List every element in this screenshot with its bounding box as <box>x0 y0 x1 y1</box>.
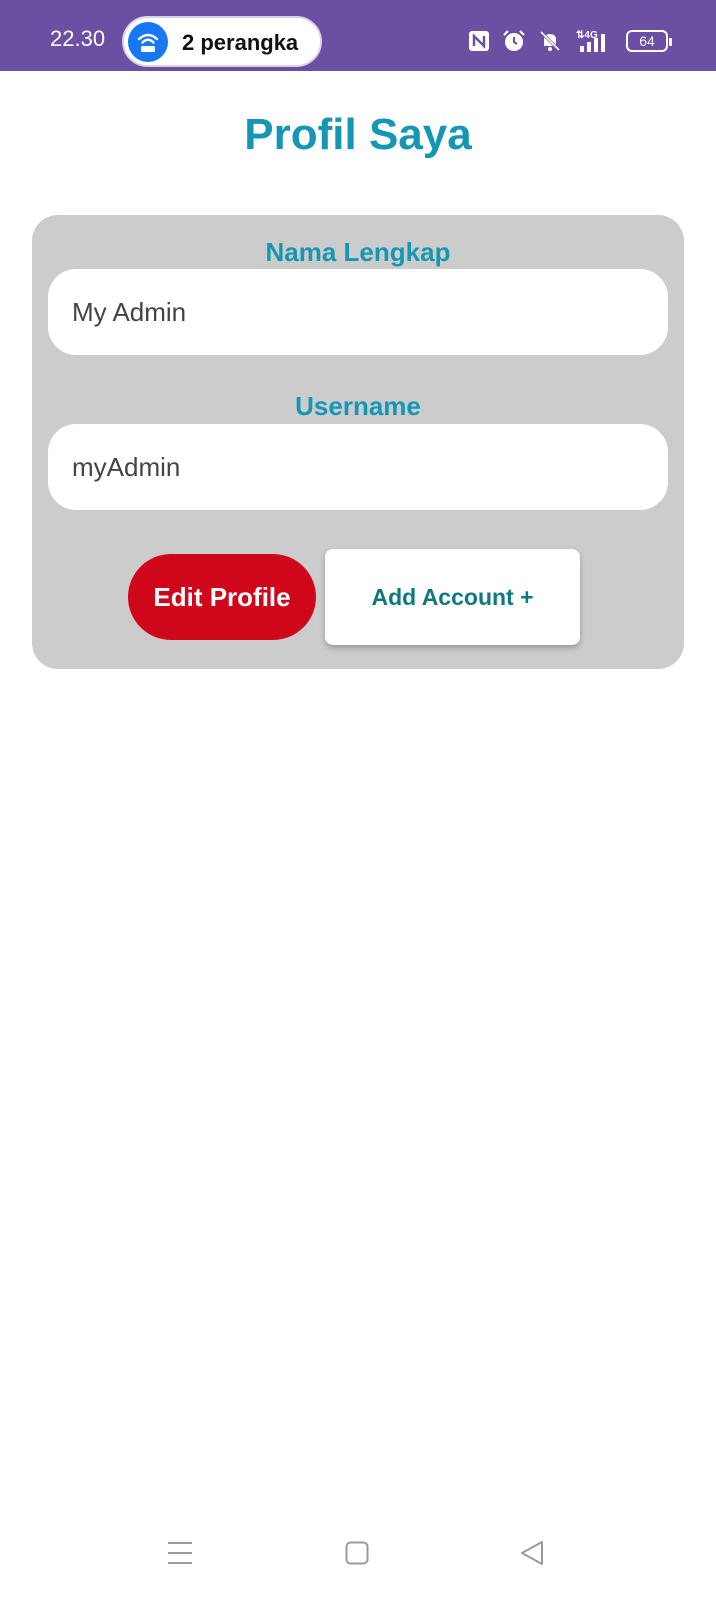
page-title: Profil Saya <box>244 110 472 159</box>
status-bar: 22.30 2 perangka ⇅4G 64 <box>0 0 716 71</box>
hotspot-label: 2 perangka <box>182 30 299 55</box>
navigation-bar <box>0 1520 716 1590</box>
menu-icon[interactable] <box>166 1540 194 1566</box>
battery-icon: 64 <box>626 30 672 52</box>
home-icon[interactable] <box>345 1541 369 1565</box>
status-icons: ⇅4G 64 <box>468 26 672 56</box>
name-label: Nama Lengkap <box>265 237 451 267</box>
profile-card: Nama Lengkap My Admin Username myAdmin E… <box>32 215 684 669</box>
nfc-icon <box>469 31 489 51</box>
edit-profile-button[interactable]: Edit Profile <box>128 554 316 640</box>
mute-icon <box>539 30 561 52</box>
back-icon[interactable] <box>520 1540 544 1566</box>
status-time: 22.30 <box>50 26 106 51</box>
name-field[interactable]: My Admin <box>48 269 668 355</box>
add-account-button[interactable]: Add Account + <box>325 549 580 645</box>
hotspot-pill[interactable]: 2 perangka <box>122 16 322 67</box>
alarm-icon <box>503 30 525 51</box>
username-label: Username <box>295 391 421 421</box>
hotspot-icon <box>128 22 168 62</box>
username-field[interactable]: myAdmin <box>48 424 668 510</box>
signal-4g-icon: ⇅4G <box>576 30 605 52</box>
